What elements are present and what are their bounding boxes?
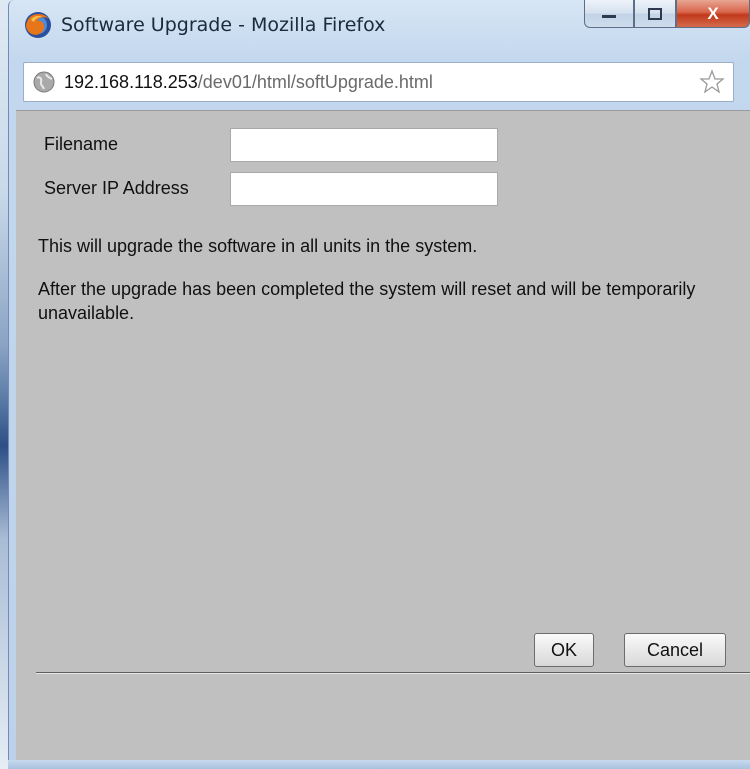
close-icon: X [707, 3, 719, 23]
dialog-content: Filename Server IP Address This will upg… [16, 110, 750, 760]
reset-warning: After the upgrade has been completed the… [38, 279, 696, 323]
maximize-button[interactable] [634, 0, 676, 28]
window-bottom-border [8, 760, 750, 769]
firefox-logo-icon [25, 12, 51, 38]
url-path: /dev01/html/softUpgrade.html [197, 71, 433, 92]
filename-input[interactable] [230, 128, 498, 162]
globe-icon [33, 71, 55, 93]
footer-divider [36, 672, 750, 674]
maximize-icon [648, 7, 662, 20]
window-controls: X [584, 0, 750, 38]
url-text: 192.168.118.253/dev01/html/softUpgrade.h… [64, 72, 433, 93]
server-ip-label: Server IP Address [44, 178, 189, 198]
close-button[interactable]: X [676, 0, 750, 28]
filename-label: Filename [44, 134, 119, 154]
server-ip-input[interactable] [230, 172, 498, 206]
bookmark-star-icon[interactable] [699, 69, 725, 95]
url-host: 192.168.118.253 [64, 71, 198, 92]
ok-button[interactable]: OK [534, 633, 594, 667]
address-bar[interactable]: 192.168.118.253/dev01/html/softUpgrade.h… [23, 62, 734, 102]
minimize-icon [602, 14, 616, 18]
upgrade-notice: This will upgrade the software in all un… [38, 236, 478, 256]
minimize-button[interactable] [584, 0, 634, 28]
cancel-button[interactable]: Cancel [624, 633, 726, 667]
title-bar[interactable]: Software Upgrade - Mozilla Firefox X [9, 0, 750, 62]
window-title: Software Upgrade - Mozilla Firefox [61, 14, 386, 36]
